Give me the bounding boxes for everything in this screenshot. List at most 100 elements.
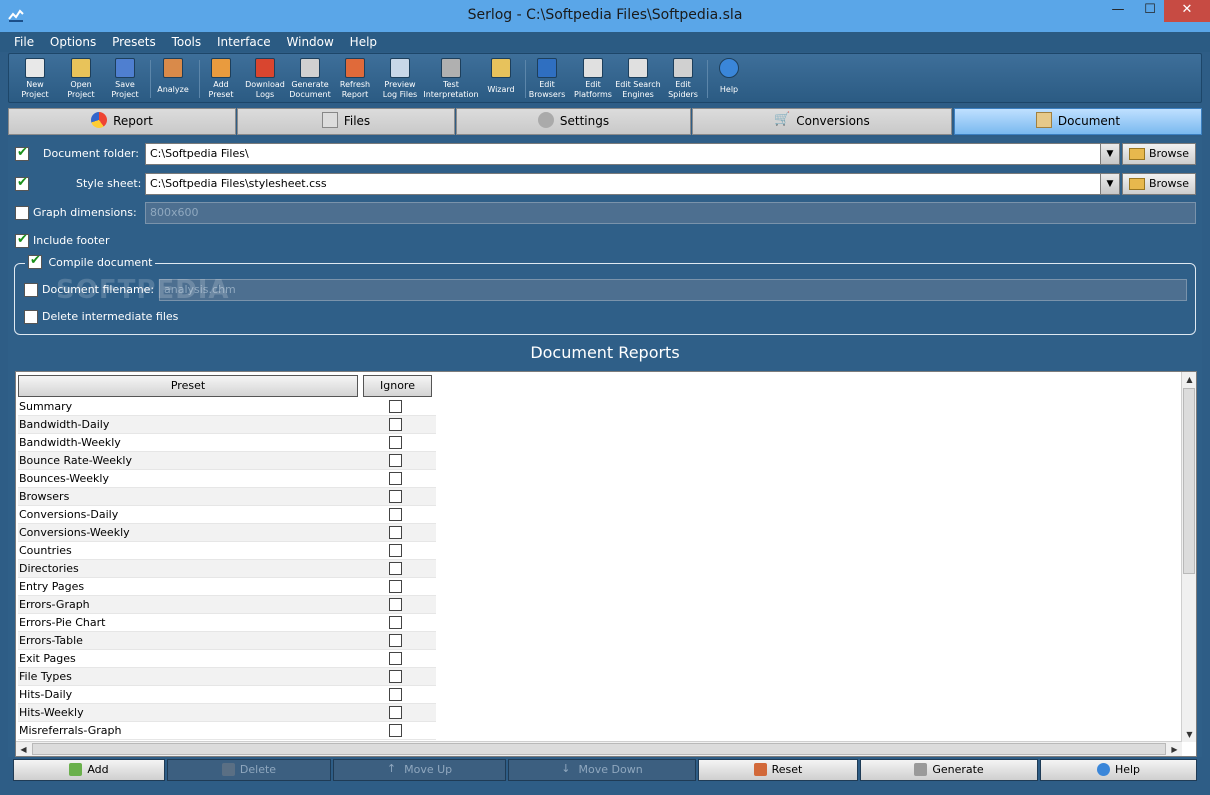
close-button[interactable]: ✕: [1164, 0, 1210, 22]
add-button[interactable]: Add: [13, 759, 165, 781]
table-row[interactable]: Bounce Rate-Weekly: [18, 452, 436, 470]
table-row[interactable]: Conversions-Weekly: [18, 524, 436, 542]
ignore-checkbox[interactable]: [389, 724, 402, 737]
table-row[interactable]: Errors-Graph: [18, 596, 436, 614]
menu-presets[interactable]: Presets: [112, 32, 156, 49]
table-row[interactable]: Errors-Pie Chart: [18, 614, 436, 632]
column-header-ignore[interactable]: Ignore: [363, 375, 432, 397]
menu-help[interactable]: Help: [350, 32, 377, 49]
ignore-checkbox[interactable]: [389, 598, 402, 611]
table-row[interactable]: Browsers: [18, 488, 436, 506]
ignore-checkbox[interactable]: [389, 670, 402, 683]
add-preset-button[interactable]: Add Preset: [201, 56, 241, 102]
menu-tools[interactable]: Tools: [172, 32, 202, 49]
menu-window[interactable]: Window: [287, 32, 334, 49]
document-filename-input[interactable]: analysis.chm: [159, 279, 1187, 301]
style-sheet-dropdown[interactable]: ▼: [1100, 173, 1120, 195]
table-row[interactable]: File Types: [18, 668, 436, 686]
delete-button[interactable]: Delete: [167, 759, 331, 781]
tab-files[interactable]: Files: [237, 108, 455, 135]
table-row[interactable]: Bandwidth-Daily: [18, 416, 436, 434]
move-up-button[interactable]: ↑ Move Up: [333, 759, 506, 781]
table-row[interactable]: Entry Pages: [18, 578, 436, 596]
style-sheet-checkbox[interactable]: [15, 175, 29, 191]
graph-dimensions-checkbox[interactable]: [15, 206, 29, 220]
document-folder-checkbox[interactable]: [15, 145, 29, 161]
vertical-scrollbar[interactable]: ▲ ▼: [1181, 372, 1196, 742]
table-row[interactable]: Hits-Daily: [18, 686, 436, 704]
scroll-down-icon[interactable]: ▼: [1182, 727, 1197, 742]
document-filename-checkbox[interactable]: [24, 283, 38, 297]
edit-browsers-button[interactable]: Edit Browsers: [527, 56, 567, 102]
table-row[interactable]: Errors-Table: [18, 632, 436, 650]
graph-dimensions-input[interactable]: 800x600: [145, 202, 1196, 224]
tab-conversions[interactable]: 🛒 Conversions: [692, 108, 952, 135]
ignore-checkbox[interactable]: [389, 616, 402, 629]
edit-spiders-button[interactable]: Edit Spiders: [663, 56, 703, 102]
table-row[interactable]: Misreferrals-Graph: [18, 722, 436, 740]
ignore-checkbox[interactable]: [389, 652, 402, 665]
ignore-checkbox[interactable]: [389, 472, 402, 485]
preview-log-files-button[interactable]: Preview Log Files: [379, 56, 421, 102]
ignore-checkbox[interactable]: [389, 706, 402, 719]
wizard-button[interactable]: Wizard: [483, 56, 519, 102]
table-row[interactable]: Bounces-Weekly: [18, 470, 436, 488]
ignore-checkbox[interactable]: [389, 526, 402, 539]
document-folder-input[interactable]: C:\Softpedia Files\: [145, 143, 1101, 165]
delete-intermediate-checkbox[interactable]: [24, 310, 38, 324]
scroll-up-icon[interactable]: ▲: [1182, 372, 1197, 387]
download-logs-button[interactable]: Download Logs: [244, 56, 286, 102]
ignore-checkbox[interactable]: [389, 544, 402, 557]
ignore-checkbox[interactable]: [389, 490, 402, 503]
open-project-button[interactable]: Open Project: [61, 56, 101, 102]
style-sheet-browse-button[interactable]: Browse: [1122, 173, 1196, 195]
maximize-button[interactable]: ☐: [1134, 0, 1166, 22]
ignore-checkbox[interactable]: [389, 418, 402, 431]
style-sheet-input[interactable]: C:\Softpedia Files\stylesheet.css: [145, 173, 1101, 195]
menu-file[interactable]: File: [14, 32, 34, 49]
ignore-checkbox[interactable]: [389, 688, 402, 701]
menu-interface[interactable]: Interface: [217, 32, 271, 49]
horizontal-scroll-thumb[interactable]: [32, 743, 1166, 755]
ignore-checkbox[interactable]: [389, 400, 402, 413]
tab-document[interactable]: Document: [954, 108, 1202, 135]
table-row[interactable]: Bandwidth-Weekly: [18, 434, 436, 452]
table-row[interactable]: Conversions-Daily: [18, 506, 436, 524]
table-row[interactable]: Hits-Weekly: [18, 704, 436, 722]
test-interpretation-button[interactable]: Test Interpretation: [423, 56, 479, 102]
document-folder-dropdown[interactable]: ▼: [1100, 143, 1120, 165]
minimize-button[interactable]: —: [1102, 0, 1134, 22]
ignore-checkbox[interactable]: [389, 436, 402, 449]
document-folder-browse-button[interactable]: Browse: [1122, 143, 1196, 165]
ignore-checkbox[interactable]: [389, 454, 402, 467]
edit-search-engines-button[interactable]: Edit Search Engines: [615, 56, 661, 102]
compile-document-checkbox[interactable]: [28, 253, 42, 269]
scroll-right-icon[interactable]: ▶: [1167, 742, 1182, 757]
reset-button[interactable]: Reset: [698, 759, 858, 781]
table-row[interactable]: Summary: [18, 398, 436, 416]
ignore-checkbox[interactable]: [389, 580, 402, 593]
column-header-preset[interactable]: Preset: [18, 375, 358, 397]
scroll-left-icon[interactable]: ◀: [16, 742, 31, 757]
table-row[interactable]: Countries: [18, 542, 436, 560]
help-button[interactable]: Help: [1040, 759, 1197, 781]
help-toolbar-button[interactable]: Help: [711, 56, 747, 102]
vertical-scroll-thumb[interactable]: [1183, 388, 1195, 574]
edit-platforms-button[interactable]: Edit Platforms: [571, 56, 615, 102]
tab-settings[interactable]: Settings: [456, 108, 691, 135]
refresh-report-button[interactable]: Refresh Report: [335, 56, 375, 102]
move-down-button[interactable]: ↓ Move Down: [508, 759, 696, 781]
tab-report[interactable]: Report: [8, 108, 236, 135]
menu-options[interactable]: Options: [50, 32, 96, 49]
new-project-button[interactable]: New Project: [15, 56, 55, 102]
ignore-checkbox[interactable]: [389, 634, 402, 647]
generate-button[interactable]: Generate: [860, 759, 1038, 781]
save-project-button[interactable]: Save Project: [105, 56, 145, 102]
horizontal-scrollbar[interactable]: ◀ ▶: [16, 741, 1182, 756]
ignore-checkbox[interactable]: [389, 562, 402, 575]
ignore-checkbox[interactable]: [389, 508, 402, 521]
table-row[interactable]: Directories: [18, 560, 436, 578]
include-footer-checkbox[interactable]: [15, 232, 29, 248]
generate-document-button[interactable]: Generate Document: [289, 56, 331, 102]
analyze-button[interactable]: Analyze: [153, 56, 193, 102]
